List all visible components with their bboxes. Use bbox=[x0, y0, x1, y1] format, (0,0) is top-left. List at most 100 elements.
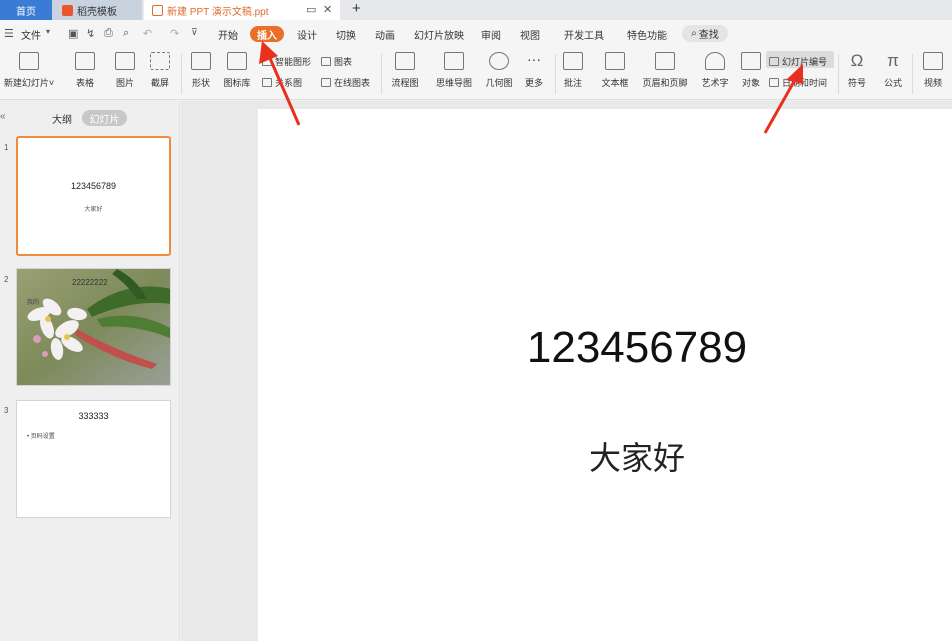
textbox-icon bbox=[605, 52, 625, 70]
chevron-down-icon[interactable]: ▾ bbox=[46, 27, 50, 36]
shape-button[interactable]: 形状 bbox=[186, 52, 216, 89]
menu-design[interactable]: 设计 bbox=[297, 27, 317, 42]
new-tab-button[interactable]: + bbox=[352, 0, 361, 18]
formula-button[interactable]: π 公式 bbox=[878, 52, 908, 89]
table-button[interactable]: 表格 bbox=[70, 52, 100, 89]
menu-bar: ☰ 文件 ▾ ▣ ↯ ⎙ ⌕ ↶ ↷ ⊽ 开始 插入 设计 切换 动画 幻灯片放… bbox=[0, 20, 952, 48]
ribbon: 新建幻灯片˅ 表格 图片 截屏 形状 图标库 智能图形 关系图 图表 在线图表 … bbox=[0, 48, 952, 100]
comment-label: 批注 bbox=[563, 78, 582, 88]
geometry-icon bbox=[489, 52, 509, 70]
picture-label: 图片 bbox=[115, 78, 134, 88]
daoke-icon bbox=[62, 4, 73, 16]
hamburger-icon[interactable]: ☰ bbox=[4, 27, 14, 40]
menu-animation[interactable]: 动画 bbox=[375, 27, 395, 42]
menu-transition[interactable]: 切换 bbox=[336, 27, 356, 42]
slide-subtitle[interactable]: 大家好 bbox=[258, 433, 952, 479]
menu-start[interactable]: 开始 bbox=[218, 27, 238, 42]
undo-icon[interactable]: ↶ bbox=[143, 27, 152, 40]
ribbon-separator bbox=[181, 54, 182, 94]
slide-number-icon bbox=[769, 57, 779, 66]
picture-button[interactable]: 图片 bbox=[110, 52, 140, 89]
relation-chart-button[interactable]: 关系图 bbox=[262, 76, 302, 89]
slide-thumbnail-1[interactable]: 123456789 大家好 bbox=[16, 136, 171, 256]
file-menu[interactable]: 文件 bbox=[21, 27, 41, 42]
date-time-button[interactable]: 日期和时间 bbox=[769, 76, 827, 89]
slide-thumbnail-2[interactable]: 22222222 我的 bbox=[16, 268, 171, 386]
chart-label: 图表 bbox=[334, 57, 353, 67]
redo-icon[interactable]: ↷ bbox=[170, 27, 179, 40]
thumb-title: 123456789 bbox=[70, 181, 117, 191]
art-text-label: 艺术字 bbox=[701, 78, 729, 88]
more-button[interactable]: ··· 更多 bbox=[520, 52, 548, 89]
slide-number-3: 3 bbox=[4, 406, 9, 415]
object-icon bbox=[741, 52, 761, 70]
print-preview-icon[interactable]: ⌕ bbox=[123, 27, 129, 40]
shape-label: 形状 bbox=[191, 78, 210, 88]
geometry-label: 几何图 bbox=[485, 78, 513, 88]
shape-icon bbox=[191, 52, 211, 70]
flowchart-label: 流程图 bbox=[391, 78, 419, 88]
format-painter-icon[interactable]: ↯ bbox=[86, 27, 95, 40]
comment-button[interactable]: 批注 bbox=[560, 52, 586, 89]
header-footer-icon bbox=[655, 52, 675, 70]
ribbon-separator bbox=[838, 54, 839, 94]
search-label: 查找 bbox=[698, 30, 719, 41]
screenshot-label: 截屏 bbox=[150, 78, 169, 88]
slide-thumbnail-3[interactable]: 333333 • 页码设置 bbox=[16, 400, 171, 518]
pi-icon: π bbox=[887, 51, 899, 70]
symbol-button[interactable]: Ω 符号 bbox=[842, 52, 872, 89]
menu-developer[interactable]: 开发工具 bbox=[564, 27, 604, 42]
art-text-icon bbox=[705, 52, 725, 70]
ribbon-separator bbox=[912, 54, 913, 94]
video-button[interactable]: 视频 bbox=[918, 52, 948, 89]
slide-canvas[interactable]: 123456789 大家好 bbox=[258, 109, 952, 641]
search-icon: ⌕ bbox=[691, 28, 697, 39]
slide-number-label: 幻灯片编号 bbox=[782, 57, 828, 67]
object-button[interactable]: 对象 bbox=[738, 52, 764, 89]
thumb-title: 22222222 bbox=[72, 278, 108, 287]
print-icon[interactable]: ⎙ bbox=[104, 27, 113, 40]
ribbon-separator bbox=[555, 54, 556, 94]
art-text-button[interactable]: 艺术字 bbox=[696, 52, 734, 89]
close-tab-icon[interactable]: ✕ bbox=[323, 3, 332, 16]
screenshot-button[interactable]: 截屏 bbox=[145, 52, 175, 89]
tab-template-label: 稻壳模板 bbox=[77, 6, 117, 18]
pin-icon[interactable]: ▭ bbox=[306, 3, 316, 16]
icon-library-button[interactable]: 图标库 bbox=[220, 52, 254, 89]
textbox-button[interactable]: 文本框 bbox=[596, 52, 634, 89]
screenshot-icon bbox=[150, 52, 170, 70]
menu-features[interactable]: 特色功能 bbox=[627, 27, 667, 42]
menu-view[interactable]: 视图 bbox=[520, 27, 540, 42]
slide-number-button[interactable]: 幻灯片编号 bbox=[769, 55, 827, 68]
smart-art-button[interactable]: 智能图形 bbox=[262, 55, 311, 68]
geometry-button[interactable]: 几何图 bbox=[482, 52, 516, 89]
tab-template[interactable]: 稻壳模板 bbox=[52, 0, 142, 20]
menu-insert[interactable]: 插入 bbox=[250, 26, 284, 42]
new-slide-button[interactable]: 新建幻灯片˅ bbox=[2, 52, 56, 89]
tab-outline[interactable]: 大纲 bbox=[52, 111, 72, 126]
chart-button[interactable]: 图表 bbox=[321, 55, 352, 68]
tab-document-label: 新建 PPT 演示文稿.ppt bbox=[167, 6, 269, 18]
symbol-label: 符号 bbox=[847, 78, 866, 88]
online-chart-label: 在线图表 bbox=[334, 78, 371, 88]
collapse-panel-icon[interactable]: « bbox=[0, 111, 6, 122]
customize-icon[interactable]: ⊽ bbox=[191, 27, 198, 38]
relation-chart-icon bbox=[262, 78, 272, 87]
slide-title[interactable]: 123456789 bbox=[258, 323, 952, 373]
video-label: 视频 bbox=[923, 78, 942, 88]
save-icon[interactable]: ▣ bbox=[68, 27, 78, 40]
mind-map-button[interactable]: 思维导图 bbox=[430, 52, 478, 89]
tab-home[interactable]: 首页 bbox=[0, 0, 52, 20]
online-chart-button[interactable]: 在线图表 bbox=[321, 76, 370, 89]
menu-review[interactable]: 审阅 bbox=[481, 27, 501, 42]
header-footer-button[interactable]: 页眉和页脚 bbox=[640, 52, 690, 89]
relation-chart-label: 关系图 bbox=[275, 78, 303, 88]
picture-icon bbox=[115, 52, 135, 70]
search-button[interactable]: ⌕ 查找 bbox=[682, 25, 728, 42]
menu-slideshow[interactable]: 幻灯片放映 bbox=[414, 27, 464, 42]
tab-slides[interactable]: 幻灯片 bbox=[82, 110, 127, 126]
more-icon: ··· bbox=[527, 51, 541, 67]
flowchart-button[interactable]: 流程图 bbox=[386, 52, 424, 89]
new-slide-label: 新建幻灯片 bbox=[3, 78, 49, 88]
comment-icon bbox=[563, 52, 583, 70]
